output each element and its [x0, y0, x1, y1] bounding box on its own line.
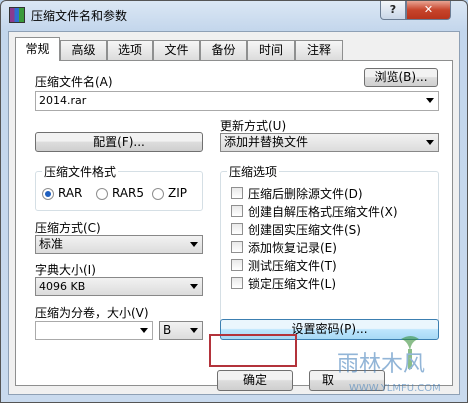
- tab-options[interactable]: 选项: [107, 40, 153, 60]
- profiles-button[interactable]: 配置(F)...: [35, 132, 203, 152]
- recovery-record-label: 添加恢复记录(E): [248, 241, 337, 255]
- archive-name-value: 2014.rar: [39, 94, 87, 107]
- format-zip-radio[interactable]: [152, 188, 164, 200]
- archive-format-title: 压缩文件格式: [42, 163, 119, 180]
- dictionary-value: 4096 KB: [39, 280, 86, 293]
- chevron-down-icon[interactable]: [140, 328, 148, 333]
- method-value: 标准: [39, 237, 64, 251]
- update-mode-label: 更新方式(U): [220, 119, 287, 133]
- update-mode-select[interactable]: 添加并替换文件: [220, 133, 439, 152]
- test-archive-checkbox[interactable]: [231, 259, 243, 271]
- format-zip-label: ZIP: [168, 186, 187, 200]
- method-select[interactable]: 标准: [35, 235, 203, 254]
- chevron-down-icon[interactable]: [190, 284, 198, 289]
- chevron-down-icon[interactable]: [426, 140, 434, 145]
- window-title: 压缩文件名和参数: [31, 9, 128, 23]
- format-rar-label: RAR: [58, 186, 83, 200]
- split-unit-select[interactable]: B: [159, 321, 203, 340]
- update-mode-value: 添加并替换文件: [224, 135, 309, 149]
- split-label: 压缩为分卷，大小(V): [35, 306, 149, 320]
- sfx-checkbox[interactable]: [231, 205, 243, 217]
- tab-time[interactable]: 时间: [247, 40, 295, 60]
- close-button[interactable]: ✕: [406, 1, 451, 20]
- tab-backup[interactable]: 备份: [200, 40, 247, 60]
- archive-options-group: 压缩选项 压缩后删除源文件(D) 创建自解压格式压缩文件(X) 创建固实压缩文件…: [220, 163, 439, 323]
- delete-files-checkbox[interactable]: [231, 187, 243, 199]
- archive-options-title: 压缩选项: [227, 163, 280, 180]
- help-button[interactable]: ?: [380, 1, 406, 20]
- recovery-record-checkbox[interactable]: [231, 241, 243, 253]
- split-size-input[interactable]: [35, 321, 153, 340]
- format-rar-radio[interactable]: [42, 188, 54, 200]
- chevron-down-icon[interactable]: [426, 98, 434, 103]
- solid-checkbox[interactable]: [231, 223, 243, 235]
- tab-general[interactable]: 常规: [15, 37, 60, 61]
- ok-button[interactable]: 确定: [217, 370, 293, 391]
- method-label: 压缩方式(C): [35, 221, 101, 235]
- browse-button[interactable]: 浏览(B)...: [364, 68, 438, 87]
- lock-archive-checkbox[interactable]: [231, 277, 243, 289]
- lock-archive-label: 锁定压缩文件(L): [248, 277, 337, 291]
- archive-name-label: 压缩文件名(A): [35, 75, 113, 89]
- archive-name-input[interactable]: 2014.rar: [35, 91, 439, 111]
- tab-advanced[interactable]: 高级: [60, 40, 107, 60]
- tab-files[interactable]: 文件: [153, 40, 200, 60]
- format-rar5-label: RAR5: [112, 186, 145, 200]
- winrar-app-icon: [9, 7, 25, 23]
- sfx-label: 创建自解压格式压缩文件(X): [248, 205, 398, 219]
- chevron-down-icon[interactable]: [190, 328, 198, 333]
- cancel-button[interactable]: 取: [309, 370, 385, 391]
- test-archive-label: 测试压缩文件(T): [248, 259, 337, 273]
- chevron-down-icon[interactable]: [190, 242, 198, 247]
- tab-comment[interactable]: 注释: [295, 40, 343, 60]
- solid-label: 创建固实压缩文件(S): [248, 223, 361, 237]
- dictionary-select[interactable]: 4096 KB: [35, 277, 203, 296]
- split-unit-value: B: [163, 323, 172, 337]
- ok-button-highlight: [209, 334, 297, 367]
- delete-files-label: 压缩后删除源文件(D): [248, 187, 363, 201]
- archive-format-group: 压缩文件格式 RAR RAR5 ZIP: [35, 163, 203, 211]
- title-bar: 压缩文件名和参数 ? ✕: [1, 1, 467, 31]
- dictionary-label: 字典大小(I): [35, 263, 96, 277]
- dialog-window: 压缩文件名和参数 ? ✕ 常规 高级 选项 文件 备份 时间 注释 压缩文件名(…: [0, 0, 468, 403]
- format-rar5-radio[interactable]: [96, 188, 108, 200]
